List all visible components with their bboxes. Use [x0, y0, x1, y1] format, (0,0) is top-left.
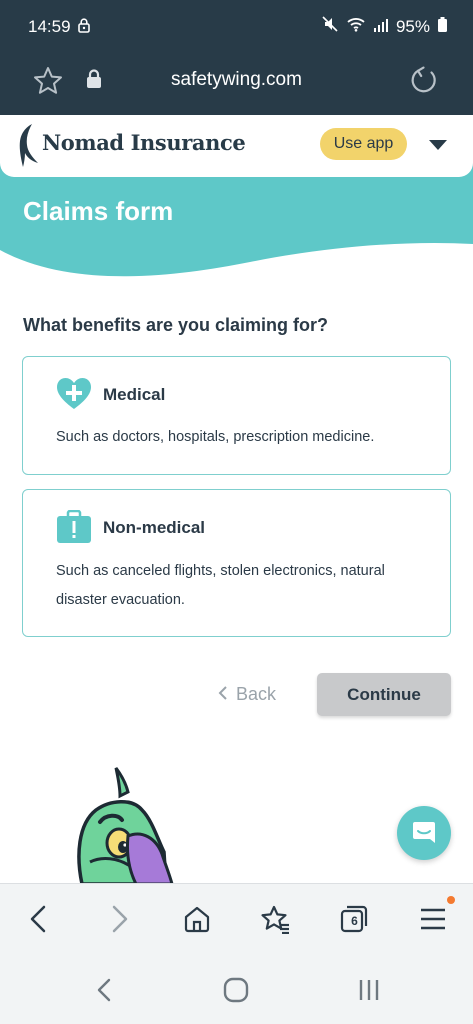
back-arrow-icon[interactable] [21, 902, 55, 936]
home-circle-icon[interactable] [221, 975, 251, 1005]
home-icon[interactable] [180, 902, 214, 936]
chat-button[interactable] [397, 806, 451, 860]
feather-logo-icon[interactable] [14, 123, 42, 174]
option-description: Such as canceled flights, stolen electro… [56, 563, 385, 608]
chat-bubble-icon [411, 819, 437, 848]
battery-icon [438, 16, 447, 37]
use-app-button[interactable]: Use app [320, 128, 407, 160]
back-label: Back [236, 683, 277, 704]
menu-icon[interactable] [416, 902, 450, 936]
option-card-medical[interactable]: Medical Such as doctors, hospitals, pres… [22, 356, 451, 475]
chevron-left-icon [218, 684, 228, 705]
bookmarks-icon[interactable] [258, 902, 292, 936]
mute-icon [322, 16, 338, 37]
logo-text[interactable]: Nomad Insurance [42, 130, 246, 155]
tabs-icon[interactable]: 6 [337, 902, 371, 936]
continue-button[interactable]: Continue [317, 673, 451, 716]
status-icons: 95% [322, 16, 447, 37]
option-card-non-medical[interactable]: Non-medical Such as canceled flights, st… [22, 489, 451, 637]
site-header: Nomad Insurance Use app [0, 115, 473, 177]
back-button[interactable]: Back [218, 680, 288, 708]
suitcase-alert-icon [56, 509, 92, 549]
browser-toolbar: 6 [0, 883, 473, 953]
wifi-icon [346, 16, 366, 37]
heart-plus-icon [56, 377, 92, 416]
url-bar: safetywing.com [0, 55, 473, 115]
page-title: Claims form [23, 196, 174, 226]
url-text[interactable]: safetywing.com [0, 69, 473, 91]
forward-arrow-icon[interactable] [103, 902, 137, 936]
option-title: Medical [103, 385, 166, 404]
status-time: 14:59 [28, 17, 71, 36]
back-icon[interactable] [89, 975, 119, 1005]
system-nav-bar [0, 953, 473, 1024]
tab-count: 6 [351, 913, 358, 928]
option-title: Non-medical [103, 518, 206, 537]
chevron-down-icon[interactable] [428, 138, 448, 156]
benefits-question: What benefits are you claiming for? [23, 315, 329, 335]
notification-dot [447, 896, 455, 904]
recents-icon[interactable] [354, 975, 384, 1005]
status-bar: 14:59 95% [0, 0, 473, 55]
reload-icon[interactable] [409, 65, 439, 100]
battery-percent: 95% [395, 16, 430, 36]
signal-icon [373, 17, 388, 37]
mascot-illustration [77, 767, 174, 884]
lock-icon [78, 18, 90, 38]
option-description: Such as doctors, hospitals, prescription… [56, 429, 375, 445]
